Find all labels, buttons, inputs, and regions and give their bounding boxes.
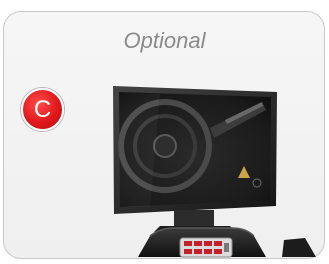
control-keypad-icon	[179, 237, 233, 258]
monitor-device-illustration	[113, 86, 316, 258]
console-edge	[282, 238, 316, 257]
monitor-icon	[113, 86, 277, 214]
